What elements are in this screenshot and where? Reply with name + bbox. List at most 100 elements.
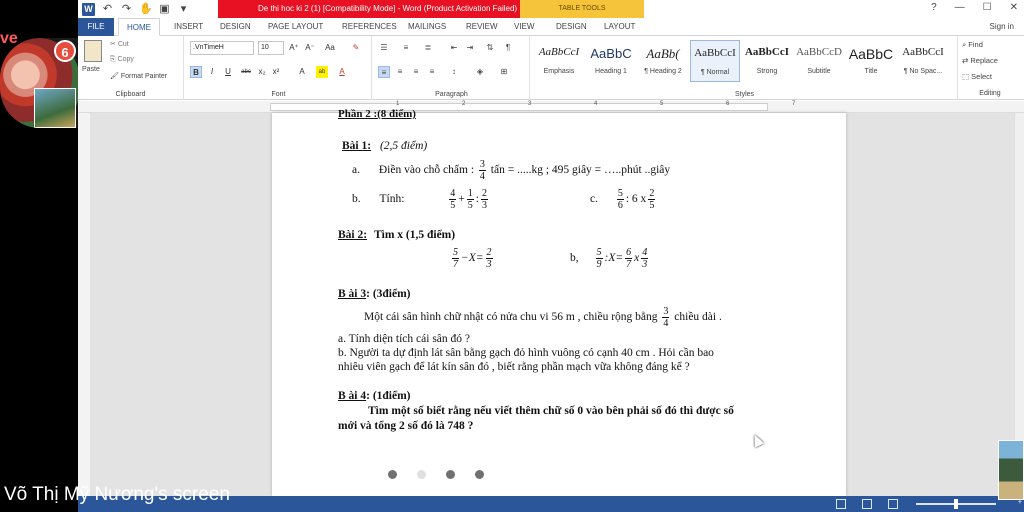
read-mode-icon[interactable] [836,499,846,509]
tab-references[interactable]: REFERENCES [334,18,405,36]
find-button[interactable]: ⌕ Find [962,40,983,50]
align-right-icon[interactable]: ≡ [410,66,422,78]
horizontal-ruler[interactable]: 1 2 3 4 5 6 7 [78,101,1024,113]
touch-mode-icon[interactable]: ✋ [139,3,153,16]
tab-view[interactable]: VIEW [506,18,542,36]
strikethrough-button[interactable]: abc [240,66,252,78]
line-spacing-icon[interactable]: ↕ [448,66,460,78]
font-size-select[interactable]: 10 [258,41,284,55]
pagination-dot[interactable] [417,470,426,479]
notification-badge: 6 [54,40,76,62]
tab-review[interactable]: REVIEW [458,18,506,36]
ruler-number: 4 [594,101,598,107]
undo-icon[interactable]: ↶ [101,3,114,16]
fraction: 23 [481,187,488,211]
style-strong[interactable]: AaBbCcI Strong [742,40,792,82]
increase-indent-icon[interactable]: ⇥ [464,42,476,54]
tab-insert[interactable]: INSERT [166,18,211,36]
web-layout-icon[interactable] [888,499,898,509]
bai3-text1: Một cái sân hình chữ nhật có nửa chu vi … [364,311,658,323]
font-color-button[interactable]: A [336,66,348,78]
participant-thumbnail[interactable] [998,440,1024,500]
minimize-button[interactable]: — [955,2,965,13]
replace-label: Replace [970,56,998,65]
italic-button[interactable]: I [206,66,218,78]
tab-table-layout[interactable]: LAYOUT [596,18,643,36]
format-painter-button[interactable]: 🖌 Format Painter [110,72,167,80]
ruler-number: 7 [792,101,796,107]
pagination-dot[interactable] [475,470,484,479]
cut-button[interactable]: ✂ Cut [110,40,129,48]
vertical-ruler[interactable] [78,113,90,496]
style-heading-1[interactable]: AaBbC Heading 1 [586,40,636,82]
grow-font-button[interactable]: A⁺ [288,42,300,54]
clear-format-icon[interactable]: ✎ [350,42,362,54]
subscript-button[interactable]: x₂ [256,66,268,78]
multilevel-list-icon[interactable]: ≣ [422,42,434,54]
help-button[interactable]: ? [931,2,937,13]
screen-share: W ↶ ↷ ✋ ▣ ▾ De thi hoc ki 2 (1) [Compati… [0,0,1024,512]
customize-qat-icon[interactable]: ▾ [177,3,190,16]
tab-page-layout[interactable]: PAGE LAYOUT [260,18,331,36]
word-window: W ↶ ↷ ✋ ▣ ▾ De thi hoc ki 2 (1) [Compati… [78,0,1024,512]
replace-button[interactable]: ⇄ Replace [962,56,998,65]
bai1-c: c. 56: 6 x25 [590,186,657,212]
presenter-label: Võ Thị Mỹ Nương's screen [4,484,230,505]
print-layout-icon[interactable] [862,499,872,509]
superscript-button[interactable]: x² [270,66,282,78]
paste-icon[interactable] [84,40,102,62]
vertical-scrollbar[interactable] [1014,113,1024,496]
tab-home[interactable]: HOME [118,18,160,36]
shrink-font-button[interactable]: A⁻ [304,42,316,54]
style-sample: AaBbCcI [538,46,580,58]
pagination-dot[interactable] [388,470,397,479]
numbering-icon[interactable]: ≡ [400,42,412,54]
font-name-select[interactable]: .VnTimeH [190,41,254,55]
style-no-spacing[interactable]: AaBbCcI ¶ No Spac... [898,40,948,82]
style-heading-2[interactable]: AaBb(¶ Heading 2 [638,40,688,82]
align-center-icon[interactable]: ≡ [394,66,406,78]
zoom-in-button[interactable]: + [1018,499,1022,506]
bai1-title: Bài 1: [342,140,372,152]
tab-table-design[interactable]: DESIGN [548,18,595,36]
avatar-thumbnail [34,88,76,128]
underline-button[interactable]: U [222,66,234,78]
save-icon[interactable]: ▣ [158,3,171,16]
style-emphasis[interactable]: AaBbCcI Emphasis [534,40,584,82]
redo-icon[interactable]: ↷ [120,3,133,16]
restore-button[interactable]: ☐ [983,2,992,13]
change-case-button[interactable]: Aa [324,42,336,54]
sign-in-link[interactable]: Sign in [990,18,1014,36]
style-normal[interactable]: AaBbCcI ¶ Normal [690,40,740,82]
find-label: Find [968,40,983,49]
text-effects-button[interactable]: A [296,66,308,78]
sort-icon[interactable]: ⇅ [484,42,496,54]
fraction: 43 [641,246,649,270]
shading-icon[interactable]: ◈ [474,66,486,78]
select-button[interactable]: ⬚ Select [962,72,992,81]
tab-design[interactable]: DESIGN [212,18,259,36]
align-left-icon[interactable]: ≡ [378,66,390,78]
bold-button[interactable]: B [190,66,202,78]
style-subtitle[interactable]: AaBbCcD Subtitle [794,40,844,82]
pagination-dot[interactable] [446,470,455,479]
ruler-number: 3 [528,101,532,107]
tab-mailings[interactable]: MAILINGS [400,18,454,36]
bai4-text2: mới và tổng 2 số đó là 748 ? [338,420,474,432]
copy-button[interactable]: ⎘ Copy [110,56,134,64]
borders-icon[interactable]: ⊞ [498,66,510,78]
paste-button[interactable]: Paste [82,66,100,73]
zoom-slider-handle[interactable] [954,499,958,509]
bullets-icon[interactable]: ☰ [378,42,390,54]
ruler-number: 5 [660,101,664,107]
tab-file[interactable]: FILE [78,18,114,36]
highlight-button[interactable]: ab [316,66,328,78]
style-sample: AaBbC [848,46,894,62]
decrease-indent-icon[interactable]: ⇤ [448,42,460,54]
close-button[interactable]: ✕ [1010,2,1018,13]
style-name: Strong [756,68,778,75]
style-title[interactable]: AaBbC Title [846,40,896,82]
paragraph-group-label: Paragraph [435,91,468,98]
justify-icon[interactable]: ≡ [426,66,438,78]
show-marks-icon[interactable]: ¶ [502,42,514,54]
